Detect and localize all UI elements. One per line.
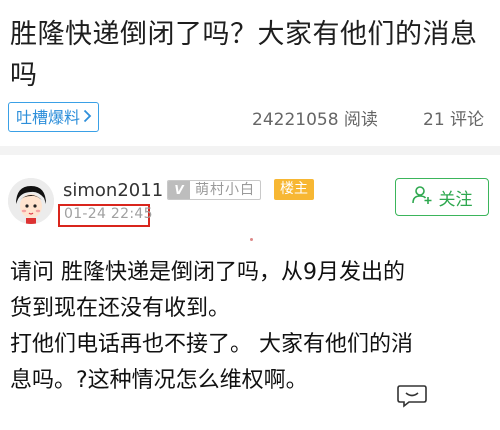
avatar[interactable] (8, 178, 54, 224)
post-meta-row: 吐槽爆料 24221058 阅读 21 评论 (0, 100, 500, 134)
user-level-badge: V 萌村小白 (167, 180, 261, 200)
comment-count-link[interactable]: 21 评论 (423, 105, 484, 130)
post-timestamp: 01-24 22:45 (64, 206, 153, 222)
user-level-title: 萌村小白 (195, 182, 255, 198)
post-body-line: 打他们电话再也不接了。 大家有他们的消 (10, 332, 413, 357)
decorative-dot (250, 238, 253, 241)
category-tag-label: 吐槽爆料 (16, 107, 81, 127)
read-count: 24221058 阅读 (252, 110, 378, 130)
category-tag-button[interactable]: 吐槽爆料 (8, 102, 100, 132)
post-body-line: 请问 胜隆快递是倒闭了吗，从9月发出的 (10, 260, 405, 285)
thread-owner-badge: 楼主 (274, 179, 314, 200)
chat-bubble-icon[interactable] (397, 384, 427, 408)
post-body-line: 货到现在还没有收到。 (10, 296, 231, 321)
post-body: 请问 胜隆快递是倒闭了吗，从9月发出的 货到现在还没有收到。 打他们电话再也不接… (10, 255, 492, 399)
verified-level-icon: V (168, 181, 190, 199)
add-user-icon (411, 185, 432, 210)
follow-button[interactable]: 关注 (395, 178, 489, 216)
post-title: 胜隆快递倒闭了吗？大家有他们的消息吗 (10, 19, 478, 91)
author-username[interactable]: simon2011 (63, 180, 163, 201)
section-divider (0, 146, 500, 155)
follow-button-label: 关注 (438, 189, 473, 210)
chevron-right-icon (83, 104, 92, 131)
